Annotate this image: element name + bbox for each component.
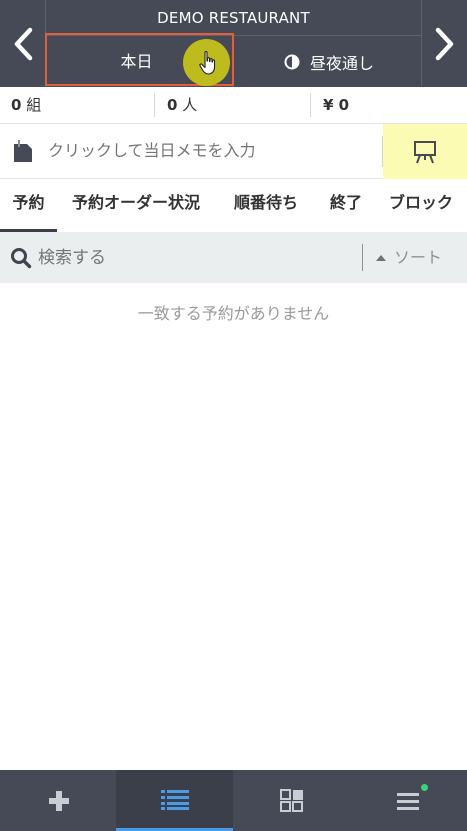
prev-day-button[interactable] xyxy=(0,0,46,87)
search-divider xyxy=(362,244,363,271)
hand-cursor-icon xyxy=(199,51,216,75)
stat-amount-value: ¥ 0 xyxy=(323,96,350,114)
restaurant-name: DEMO RESTAURANT xyxy=(46,0,421,36)
bottom-nav xyxy=(0,770,467,831)
tab-order-status[interactable]: 予約オーダー状況 xyxy=(72,179,200,232)
search-input[interactable] xyxy=(38,232,338,283)
tab-finished[interactable]: 終了 xyxy=(330,179,362,232)
daily-memo-input[interactable] xyxy=(48,124,368,179)
list-icon xyxy=(160,790,189,810)
stat-divider xyxy=(310,93,311,117)
sort-button[interactable]: ソート xyxy=(376,232,442,283)
search-icon xyxy=(11,248,32,269)
notification-dot xyxy=(421,784,428,791)
stat-amount: ¥ 0 xyxy=(323,87,349,124)
list-view-button[interactable] xyxy=(116,770,233,831)
stat-groups-unit: 組 xyxy=(26,96,42,114)
note-icon xyxy=(14,140,32,162)
tab-reservations[interactable]: 予約 xyxy=(0,179,57,232)
half-circle-icon xyxy=(284,54,300,69)
tab-block[interactable]: ブロック xyxy=(389,179,453,232)
stat-groups-value: 0 xyxy=(11,96,22,114)
add-reservation-button[interactable] xyxy=(0,770,117,831)
chevron-right-icon xyxy=(435,27,453,60)
header-center: DEMO RESTAURANT 本日 昼夜通し xyxy=(46,0,421,87)
chevron-left-icon xyxy=(14,27,32,60)
grid-view-button[interactable] xyxy=(233,770,350,831)
empty-message: 一致する予約がありません xyxy=(137,304,330,323)
sort-label: ソート xyxy=(394,248,443,267)
next-day-button[interactable] xyxy=(421,0,467,87)
stats-bar: 0 組 0 人 ¥ 0 xyxy=(0,87,467,124)
stat-people-value: 0 xyxy=(167,96,178,114)
tab-daynight-label: 昼夜通し xyxy=(309,53,374,73)
menu-icon xyxy=(396,792,419,810)
tab-waitlist[interactable]: 順番待ち xyxy=(234,179,298,232)
tab-daynight[interactable]: 昼夜通し xyxy=(233,36,421,87)
stat-people-unit: 人 xyxy=(182,96,198,114)
plus-icon xyxy=(48,790,69,811)
daily-memo-row xyxy=(0,124,467,179)
menu-button[interactable] xyxy=(350,770,467,831)
app-header: DEMO RESTAURANT 本日 昼夜通し xyxy=(0,0,467,87)
grid-icon xyxy=(279,788,303,812)
stat-groups: 0 組 xyxy=(11,87,41,124)
search-bar: ソート xyxy=(0,232,467,283)
reservation-tabs: 予約 予約オーダー状況 順番待ち 終了 ブロック xyxy=(0,179,467,232)
memo-board-button[interactable] xyxy=(383,124,467,179)
stat-divider xyxy=(154,93,155,117)
stat-people: 0 人 xyxy=(167,87,197,124)
sort-triangle-icon xyxy=(376,254,386,261)
easel-icon xyxy=(414,140,436,163)
